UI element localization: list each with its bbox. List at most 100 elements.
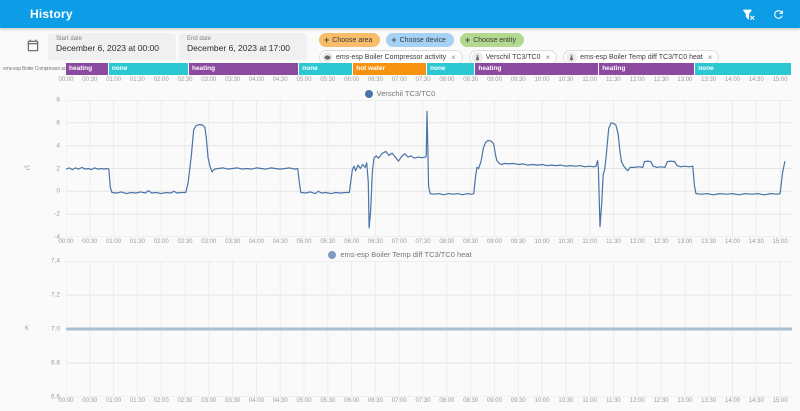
choose-area-chip[interactable]: + Choose area [319, 33, 381, 47]
chip-close-icon[interactable]: × [546, 53, 551, 62]
x-tick-label: 08:00 [439, 77, 455, 83]
y-tick-label: 8 [56, 96, 60, 104]
chart1-legend-dot [364, 89, 373, 98]
x-tick-label: 11:30 [606, 239, 621, 245]
choose-device-chip[interactable]: + Choose device [386, 33, 454, 47]
timeline-segment-none[interactable]: none [299, 63, 354, 75]
x-tick-label: 09:30 [510, 77, 526, 83]
timeline-time-axis: 00:00 00:30 01:00 01:30 02:00 02:30 03:00 03:30… [58, 77, 792, 85]
x-tick-label: 13:30 [701, 77, 717, 83]
x-tick-label: 15:00 [772, 239, 788, 245]
x-tick-label: 02:00 [153, 77, 169, 83]
x-tick-label: 14:00 [724, 239, 740, 245]
timeline-segment-hot-water[interactable]: hot water [353, 63, 427, 75]
x-tick-label: 09:00 [486, 239, 502, 245]
y-tick-label: 6 [56, 119, 60, 127]
plus-icon: + [324, 34, 330, 45]
x-tick-label: 13:00 [677, 398, 693, 404]
x-tick-label: 12:30 [653, 77, 669, 83]
y-tick-label: 7.2 [50, 291, 60, 299]
x-tick-label: 03:30 [225, 398, 241, 404]
x-tick-label: 06:00 [344, 398, 360, 404]
timeline-segment-heating[interactable]: heating [188, 63, 300, 75]
timeline-segment-heating[interactable]: heating [599, 63, 696, 75]
x-tick-label: 10:30 [558, 398, 574, 404]
x-tick-label: 12:00 [629, 77, 645, 83]
x-tick-label: 05:00 [296, 398, 312, 404]
start-date-field[interactable]: Start date December 6, 2023 at 00:00 [48, 33, 176, 60]
timeline-segment-heating[interactable]: heating [475, 63, 600, 75]
end-date-value: December 6, 2023 at 17:00 [187, 43, 291, 53]
timeline-segment-heating[interactable]: heating [66, 63, 109, 75]
x-tick-label: 00:30 [82, 239, 98, 245]
history-controls: Start date December 6, 2023 at 00:00 End… [26, 33, 720, 65]
end-date-label: End date [187, 36, 212, 42]
refresh-icon[interactable] [770, 6, 786, 22]
x-tick-label: 10:30 [558, 239, 574, 245]
timeline-entity-label: ems-esp Boiler Compressor activity [3, 66, 75, 72]
x-tick-label: 15:00 [772, 77, 788, 83]
timeline-segment-none[interactable]: none [427, 63, 476, 75]
x-tick-label: 12:30 [653, 398, 669, 404]
x-tick-label: 04:00 [248, 398, 264, 404]
x-tick-label: 15:00 [772, 398, 788, 404]
timeline-segment-none[interactable]: none [108, 63, 189, 75]
chart2-legend: ems-esp Boiler Temp diff TC3/TC0 heat [0, 250, 800, 259]
x-tick-label: 00:00 [58, 239, 74, 245]
chip-close-icon[interactable]: × [451, 53, 456, 62]
thermometer-icon [471, 52, 483, 63]
timeline-segment-none[interactable]: none [695, 63, 792, 75]
timeline-bar[interactable]: heating none heating none hot water none heati… [66, 63, 792, 75]
x-tick-label: 05:00 [296, 77, 312, 83]
chart1-legend-item[interactable]: Verschil TC3/TC0 [364, 89, 436, 98]
start-date-value: December 6, 2023 at 00:00 [56, 43, 160, 53]
x-tick-label: 03:30 [225, 77, 241, 83]
y-tick-label: 6.8 [50, 359, 60, 367]
end-date-field[interactable]: End date December 6, 2023 at 17:00 [179, 33, 307, 60]
start-date-label: Start date [56, 36, 83, 42]
x-tick-label: 04:30 [272, 77, 288, 83]
chart1-legend: Verschil TC3/TC0 [0, 89, 800, 98]
x-tick-label: 01:30 [129, 77, 145, 83]
x-tick-label: 01:00 [106, 239, 122, 245]
filter-remove-icon[interactable] [740, 6, 756, 22]
x-tick-label: 11:00 [582, 77, 597, 83]
thermometer-icon [566, 52, 578, 63]
chip-close-icon[interactable]: × [708, 53, 713, 62]
eye-icon [322, 52, 333, 63]
x-tick-label: 07:30 [415, 77, 431, 83]
chart2-plot[interactable]: 7.4 7.2 7.0 6.8 6.6 K [25, 258, 792, 401]
x-tick-label: 02:30 [177, 398, 193, 404]
x-tick-label: 08:00 [439, 239, 455, 245]
x-tick-label: 05:30 [320, 77, 336, 83]
chart2-legend-item[interactable]: ems-esp Boiler Temp diff TC3/TC0 heat [328, 250, 472, 259]
x-tick-label: 14:00 [724, 398, 740, 404]
x-tick-label: 13:30 [701, 239, 717, 245]
x-tick-label: 12:30 [653, 239, 669, 245]
chart2-time-axis: 00:00 00:30 01:00 01:30 02:00 02:30 03:00 03:30… [58, 398, 792, 406]
x-tick-label: 13:30 [701, 398, 717, 404]
y-tick-label: 0 [56, 187, 60, 195]
x-tick-label: 08:00 [439, 398, 455, 404]
chart1-legend-label: Verschil TC3/TC0 [376, 89, 436, 98]
x-tick-label: 09:00 [486, 77, 502, 83]
x-tick-label: 12:00 [629, 239, 645, 245]
x-tick-label: 07:30 [415, 239, 431, 245]
x-tick-label: 14:30 [748, 77, 764, 83]
x-tick-label: 01:30 [129, 239, 145, 245]
x-tick-label: 11:30 [606, 398, 621, 404]
x-tick-label: 11:00 [582, 398, 597, 404]
chart1-time-axis: 00:00 00:30 01:00 01:30 02:00 02:30 03:00 03:30… [58, 239, 792, 247]
x-tick-label: 01:30 [129, 398, 145, 404]
x-tick-label: 00:30 [82, 77, 98, 83]
x-tick-label: 10:30 [558, 77, 574, 83]
x-tick-label: 00:30 [82, 398, 98, 404]
x-tick-label: 11:00 [582, 239, 597, 245]
x-tick-label: 13:00 [677, 239, 693, 245]
x-tick-label: 13:00 [677, 77, 693, 83]
chart1-plot[interactable]: 8 6 4 2 0 -2 -4 °C [24, 97, 792, 241]
choose-entity-chip[interactable]: + Choose entity [459, 33, 525, 47]
x-tick-label: 03:00 [201, 239, 217, 245]
x-tick-label: 01:00 [106, 77, 122, 83]
x-tick-label: 05:30 [320, 239, 336, 245]
